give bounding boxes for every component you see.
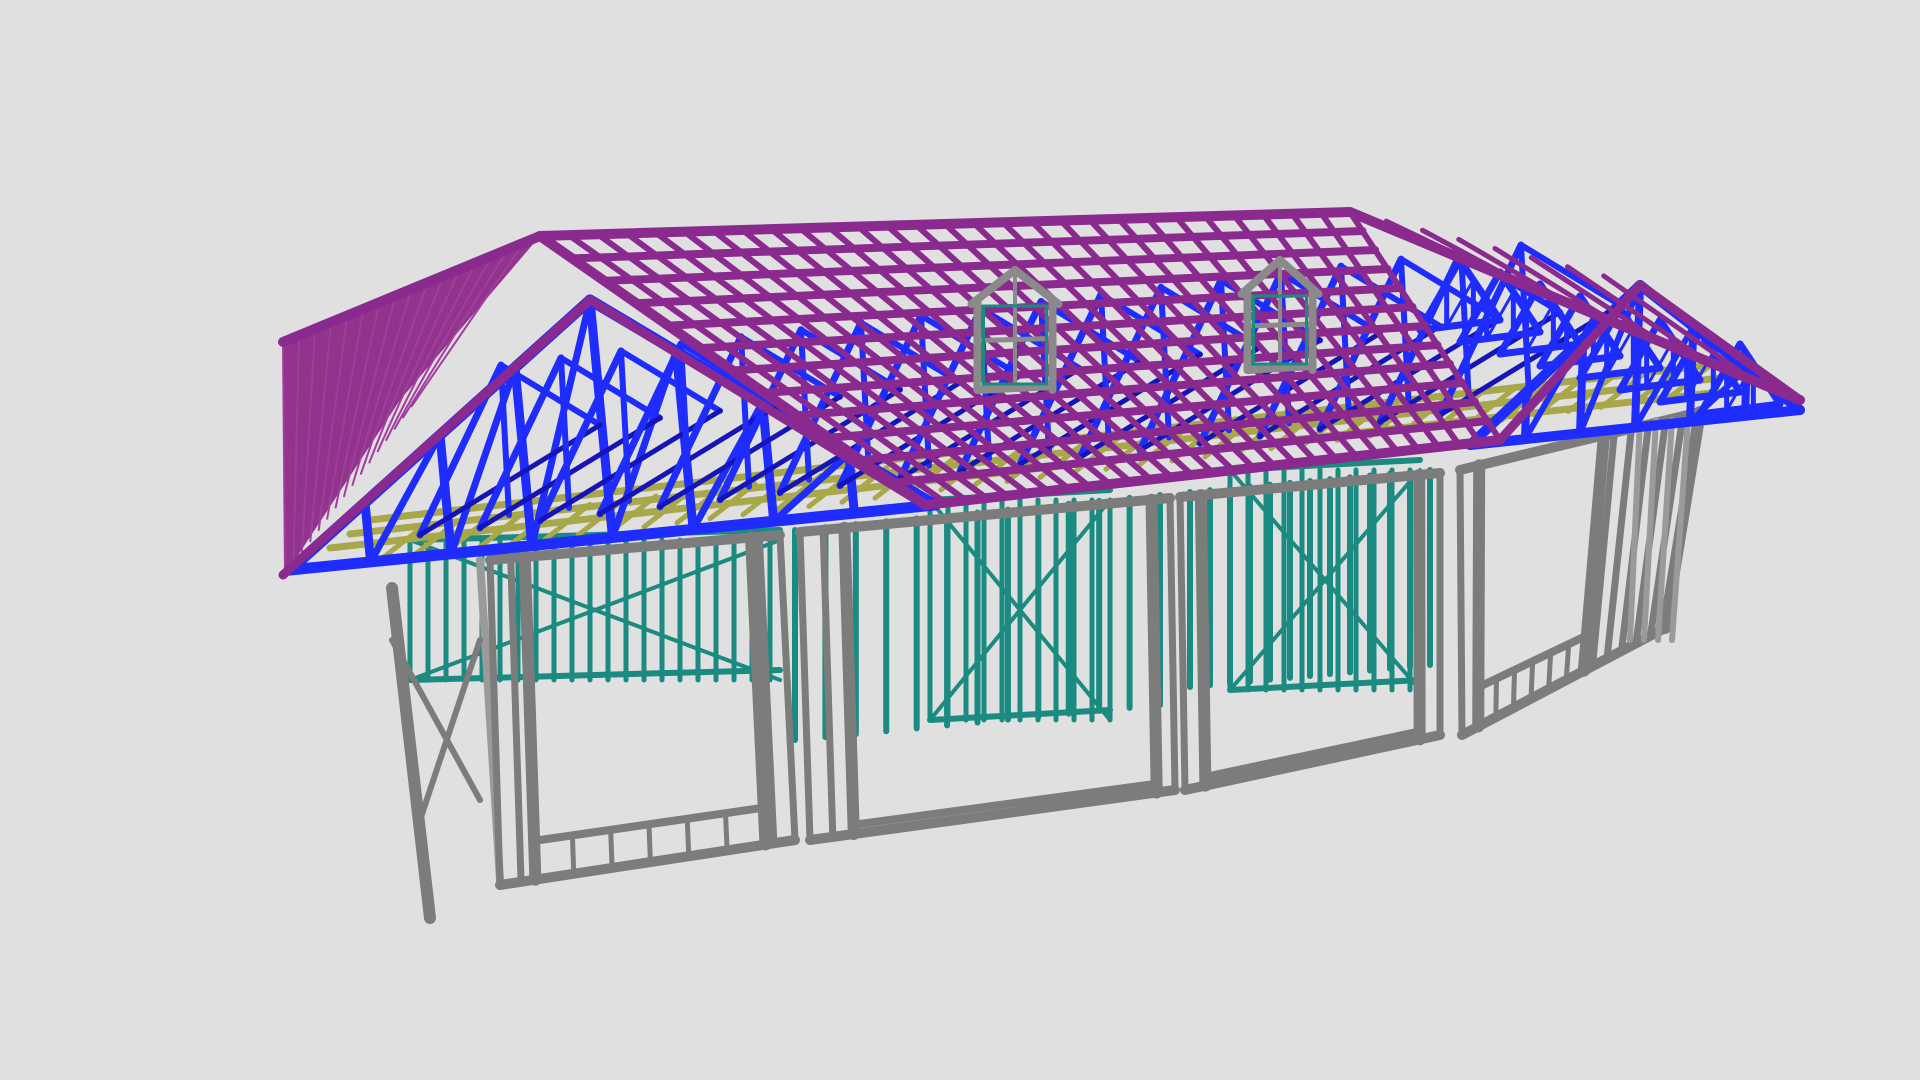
opening-jamb xyxy=(1145,493,1163,799)
truss-web xyxy=(360,498,376,567)
truss-web xyxy=(678,340,692,497)
wall-bottom-track xyxy=(805,785,1180,845)
cripple-stud xyxy=(1563,641,1572,683)
wall-stud xyxy=(1456,466,1466,739)
3d-viewport[interactable] xyxy=(0,0,1920,1080)
wall-stud xyxy=(1176,493,1189,794)
cripple-stud xyxy=(569,832,577,877)
opening-sill xyxy=(1201,727,1424,781)
cripple-stud xyxy=(1510,667,1518,711)
cripple-stud xyxy=(1528,658,1536,702)
cripple-stud xyxy=(1546,650,1554,692)
opening-jamb xyxy=(1194,489,1212,792)
roof-purlin xyxy=(1383,218,1470,263)
cripple-stud xyxy=(608,827,615,871)
steel-frame-house-model[interactable] xyxy=(0,0,1920,1080)
wall-stud xyxy=(796,528,814,844)
cripple-stud xyxy=(1493,676,1499,720)
cripple-stud xyxy=(646,821,653,865)
wall-stud xyxy=(1166,494,1179,794)
truss-web xyxy=(618,347,632,504)
wall-bottom-track xyxy=(1180,730,1445,795)
cripple-stud xyxy=(684,816,692,859)
wall-stud xyxy=(819,526,837,841)
opening-jamb xyxy=(838,521,860,840)
truss-web xyxy=(758,398,779,526)
cripple-stud xyxy=(722,810,730,853)
opening-sill xyxy=(849,779,1161,829)
truss-top-chord xyxy=(1416,256,1464,334)
